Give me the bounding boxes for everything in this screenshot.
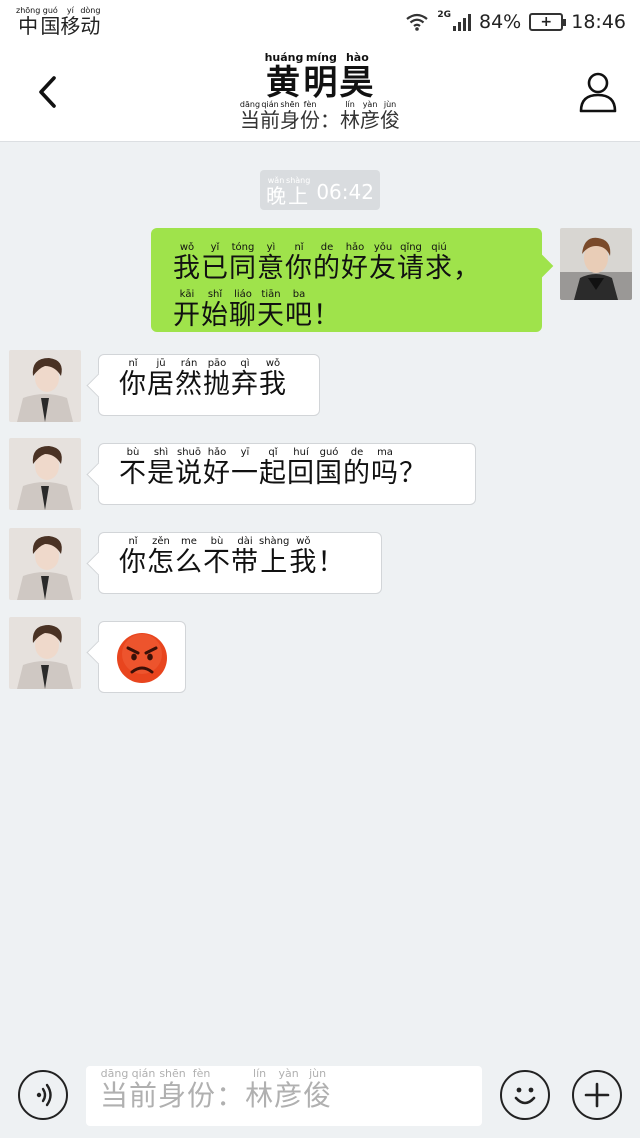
- status-bar: 中zhōng国guó移yí动dòng 2G 84% + 18:46: [0, 0, 640, 44]
- message-text: 开kāi始shǐ聊liáo天tiān吧ba！: [173, 289, 341, 331]
- incoming-message-bubble[interactable]: 不bù是shì说shuō好hǎo一yī起qǐ回huí国guó的de吗ma？: [98, 443, 476, 505]
- chat-header: 黄huáng明míng昊hào 当dāng前qián身shēn份fèn：林lín…: [0, 44, 640, 142]
- emoji-button[interactable]: [500, 1070, 550, 1120]
- contact-name: 黄huáng明míng昊hào: [0, 51, 640, 105]
- wifi-icon: [406, 13, 429, 31]
- contact-name-ruby: 黄huáng明míng昊hào: [264, 51, 376, 103]
- more-button[interactable]: [572, 1070, 622, 1120]
- carrier-name: 中zhōng国guó移yí动dòng: [16, 6, 100, 39]
- message-line: 我wǒ已yǐ同tóng意yì你nǐ的de好hǎo友yǒu请qǐng求qiú，: [173, 242, 520, 289]
- message-input[interactable]: 当dāng前qián身shēn份fèn：林lín彦yàn俊jùn: [86, 1066, 482, 1126]
- network-type: 2G: [437, 10, 451, 20]
- battery-percent: 84%: [479, 11, 522, 33]
- message-line: 开kāi始shǐ聊liáo天tiān吧ba！: [173, 289, 520, 336]
- input-placeholder: 当dāng前qián身shēn份fèn：林lín彦yàn俊jùn: [100, 1067, 333, 1112]
- input-bar: 当dāng前qián身shēn份fèn：林lín彦yàn俊jùn: [0, 1054, 640, 1138]
- signal-icon: [453, 13, 471, 31]
- plus-icon: [584, 1082, 610, 1108]
- message-text: 不bù是shì说shuō好hǎo一yī起qǐ回huí国guó的de吗ma？: [119, 447, 427, 489]
- contact-avatar[interactable]: [9, 438, 81, 510]
- timestamp-chip: 晚wǎn上shàng 06:42: [260, 170, 380, 210]
- timestamp-label: 晚wǎn上shàng: [266, 175, 311, 208]
- incoming-emoji-bubble[interactable]: [98, 621, 186, 693]
- current-identity: 当dāng前qián身shēn份fèn：林lín彦yàn俊jùn: [0, 100, 640, 135]
- message-text: 你nǐ居jū然rán抛pāo弃qì我wǒ: [119, 358, 287, 400]
- contact-avatar[interactable]: [9, 528, 81, 600]
- timestamp-time: 06:42: [316, 180, 374, 204]
- person-icon: [579, 72, 617, 113]
- status-indicators: 2G 84% + 18:46: [405, 10, 626, 33]
- contact-avatar[interactable]: [9, 350, 81, 422]
- incoming-message-bubble[interactable]: 你nǐ居jū然rán抛pāo弃qì我wǒ: [98, 354, 320, 416]
- outgoing-message-bubble[interactable]: 我wǒ已yǐ同tóng意yì你nǐ的de好hǎo友yǒu请qǐng求qiú， 开…: [151, 228, 542, 332]
- contact-avatar[interactable]: [9, 617, 81, 689]
- message-text: 我wǒ已yǐ同tóng意yì你nǐ的de好hǎo友yǒu请qǐng求qiú，: [173, 242, 481, 284]
- profile-button[interactable]: [578, 70, 618, 114]
- voice-icon: [36, 1083, 52, 1107]
- carrier-ruby: 中zhōng国guó移yí动dòng: [16, 5, 101, 38]
- current-identity-ruby: 当dāng前qián身shēn份fèn：林lín彦yàn俊jùn: [239, 100, 401, 132]
- message-text: 你nǐ怎zěn么me不bù带dài上shàng我wǒ！: [119, 536, 346, 578]
- incoming-message-bubble[interactable]: 你nǐ怎zěn么me不bù带dài上shàng我wǒ！: [98, 532, 382, 594]
- voice-button[interactable]: [18, 1070, 68, 1120]
- my-avatar[interactable]: [560, 228, 632, 300]
- smiley-icon: [514, 1087, 536, 1105]
- angry-face-icon: [117, 633, 167, 683]
- battery-icon: +: [529, 13, 567, 31]
- clock: 18:46: [571, 11, 626, 33]
